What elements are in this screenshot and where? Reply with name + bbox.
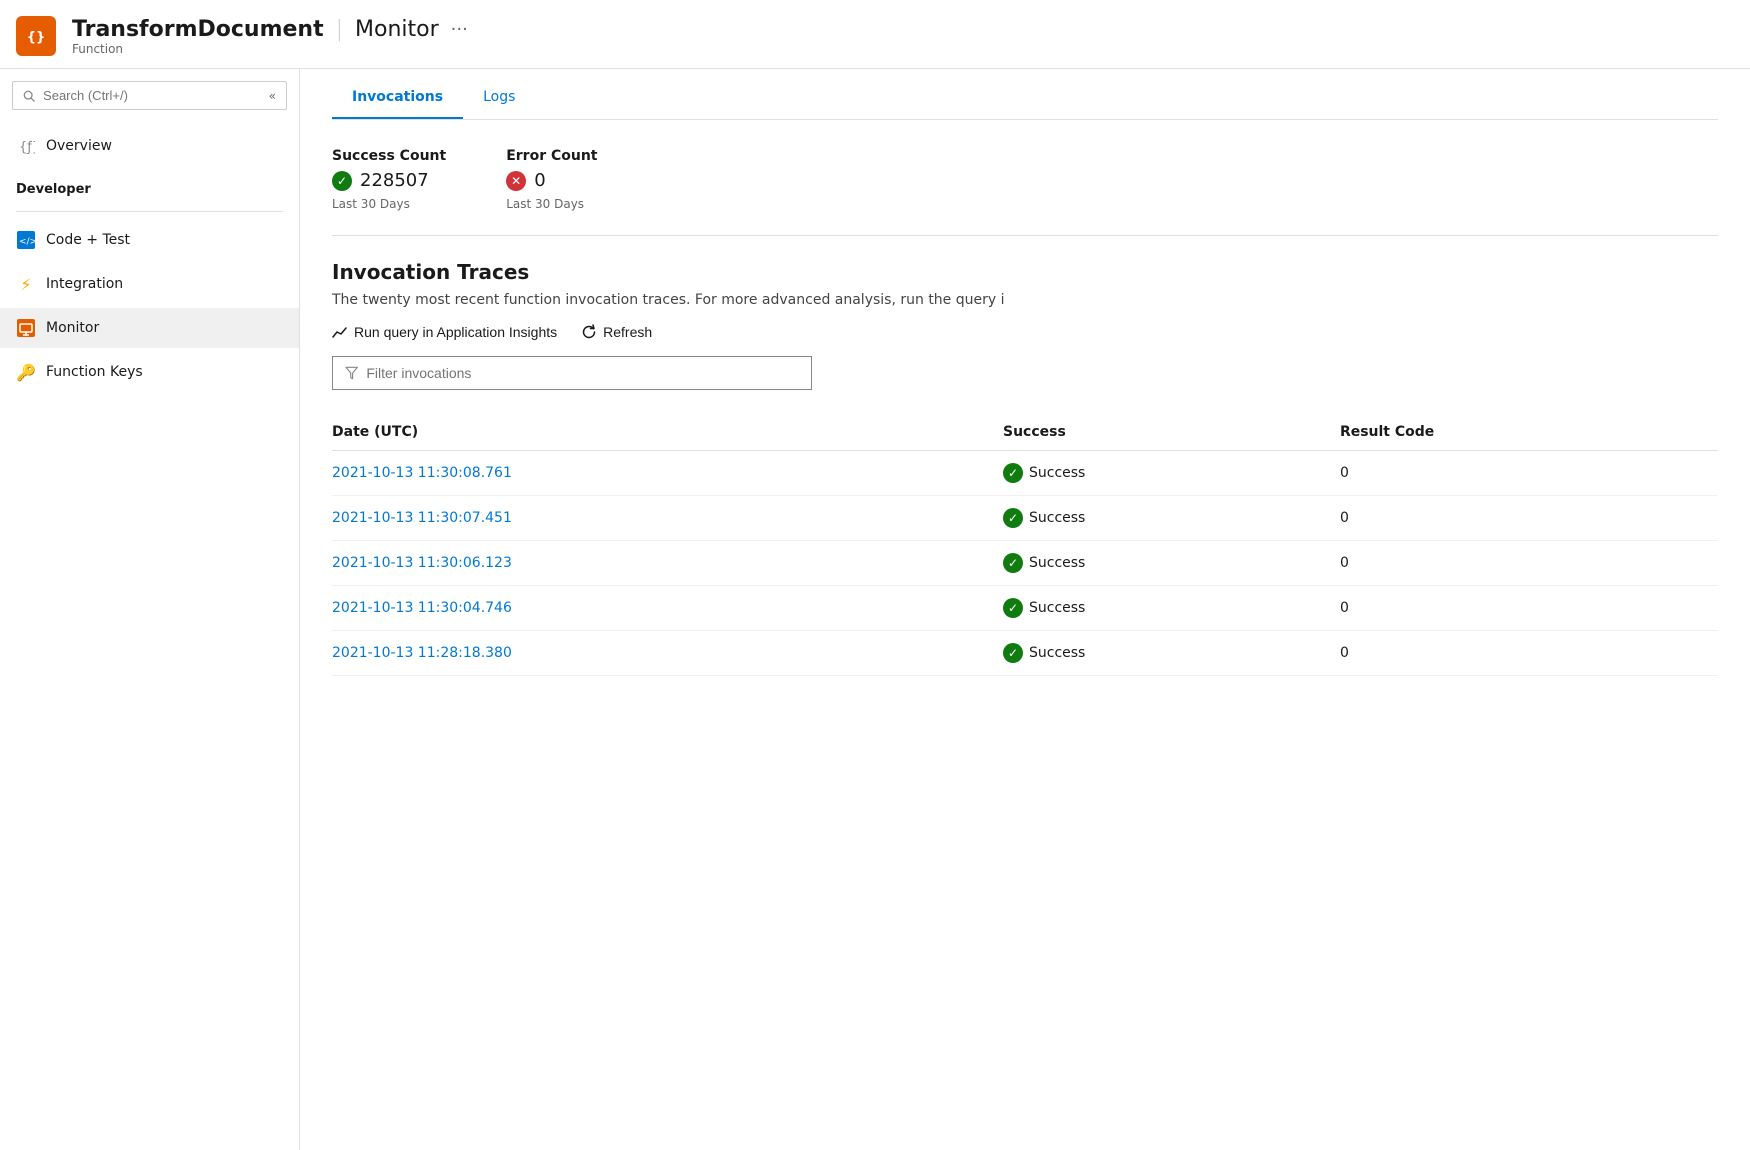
code-icon: </> — [16, 230, 36, 250]
cell-success: Success — [1003, 451, 1340, 496]
traces-toolbar: Run query in Application Insights Refres… — [332, 324, 1718, 340]
sidebar-item-function-keys[interactable]: 🔑 Function Keys — [0, 352, 299, 392]
success-count-block: Success Count 228507 Last 30 Days — [332, 148, 446, 211]
error-count-sublabel: Last 30 Days — [506, 197, 597, 211]
col-result-code: Result Code — [1340, 414, 1718, 451]
app-icon: {} — [16, 16, 56, 56]
table-row[interactable]: 2021-10-13 11:30:04.746Success0 — [332, 586, 1718, 631]
main-content: Invocations Logs Success Count 228507 La… — [300, 69, 1750, 1150]
tab-logs[interactable]: Logs — [463, 77, 535, 119]
sidebar-section-developer: Developer — [0, 170, 299, 203]
success-check-icon — [1003, 508, 1023, 528]
cell-date[interactable]: 2021-10-13 11:30:08.761 — [332, 451, 1003, 496]
table-row[interactable]: 2021-10-13 11:30:06.123Success0 — [332, 541, 1718, 586]
cell-date[interactable]: 2021-10-13 11:30:07.451 — [332, 496, 1003, 541]
chart-icon — [332, 324, 348, 340]
cell-result-code: 0 — [1340, 451, 1718, 496]
app-header: {} TransformDocument | Monitor ··· Funct… — [0, 0, 1750, 69]
search-input[interactable] — [43, 88, 261, 103]
app-name: TransformDocument — [72, 17, 324, 42]
main-layout: « {ƒ} Overview Developer </> Code + Test — [0, 69, 1750, 1150]
cell-date[interactable]: 2021-10-13 11:30:04.746 — [332, 586, 1003, 631]
success-check-icon — [1003, 643, 1023, 663]
sidebar-item-code-test-label: Code + Test — [46, 232, 130, 248]
sidebar-collapse-button[interactable]: « — [269, 89, 276, 103]
error-count-label: Error Count — [506, 148, 597, 164]
col-date: Date (UTC) — [332, 414, 1003, 451]
key-icon: 🔑 — [16, 362, 36, 382]
refresh-icon — [581, 324, 597, 340]
svg-text:</>: </> — [19, 237, 35, 247]
sidebar-item-overview-label: Overview — [46, 138, 112, 154]
monitor-icon — [16, 318, 36, 338]
lightning-icon: ⚡ — [16, 274, 36, 294]
search-icon — [23, 89, 35, 103]
cell-date[interactable]: 2021-10-13 11:28:18.380 — [332, 631, 1003, 676]
header-title-block: TransformDocument | Monitor ··· Function — [72, 17, 468, 56]
sidebar-item-monitor[interactable]: Monitor — [0, 308, 299, 348]
sidebar-item-monitor-label: Monitor — [46, 320, 99, 336]
table-row[interactable]: 2021-10-13 11:28:18.380Success0 — [332, 631, 1718, 676]
refresh-button[interactable]: Refresh — [581, 324, 652, 340]
success-icon — [332, 171, 352, 191]
sidebar-item-code-test[interactable]: </> Code + Test — [0, 220, 299, 260]
svg-text:{ƒ}: {ƒ} — [19, 140, 35, 155]
function-icon: {ƒ} — [16, 136, 36, 156]
invocations-table: Date (UTC) Success Result Code 2021-10-1… — [332, 414, 1718, 676]
success-check-icon — [1003, 463, 1023, 483]
cell-success: Success — [1003, 586, 1340, 631]
run-query-button[interactable]: Run query in Application Insights — [332, 324, 557, 340]
sidebar-divider — [16, 211, 283, 212]
cell-date[interactable]: 2021-10-13 11:30:06.123 — [332, 541, 1003, 586]
tab-invocations[interactable]: Invocations — [332, 77, 463, 119]
sidebar: « {ƒ} Overview Developer </> Code + Test — [0, 69, 300, 1150]
invocation-traces-title: Invocation Traces — [332, 260, 1718, 284]
header-separator: | — [336, 17, 343, 42]
header-more-button[interactable]: ··· — [451, 19, 468, 40]
filter-bar[interactable] — [332, 356, 812, 390]
success-count-value: 228507 — [360, 170, 429, 191]
sidebar-item-integration[interactable]: ⚡ Integration — [0, 264, 299, 304]
error-count-block: Error Count 0 Last 30 Days — [506, 148, 597, 211]
invocation-traces-desc: The twenty most recent function invocati… — [332, 292, 1718, 308]
stats-row: Success Count 228507 Last 30 Days Error … — [332, 148, 1718, 211]
cell-success: Success — [1003, 541, 1340, 586]
success-count-sublabel: Last 30 Days — [332, 197, 446, 211]
filter-icon — [345, 366, 358, 380]
refresh-label: Refresh — [603, 324, 652, 340]
sidebar-item-function-keys-label: Function Keys — [46, 364, 143, 380]
cell-result-code: 0 — [1340, 586, 1718, 631]
sidebar-item-integration-label: Integration — [46, 276, 123, 292]
tab-bar: Invocations Logs — [332, 69, 1718, 120]
stats-divider — [332, 235, 1718, 236]
success-check-icon — [1003, 553, 1023, 573]
success-check-icon — [1003, 598, 1023, 618]
cell-success: Success — [1003, 631, 1340, 676]
table-row[interactable]: 2021-10-13 11:30:08.761Success0 — [332, 451, 1718, 496]
cell-result-code: 0 — [1340, 631, 1718, 676]
error-icon — [506, 171, 526, 191]
sidebar-item-overview[interactable]: {ƒ} Overview — [0, 126, 299, 166]
search-bar[interactable]: « — [12, 81, 287, 110]
col-success: Success — [1003, 414, 1340, 451]
cell-success: Success — [1003, 496, 1340, 541]
error-count-value: 0 — [534, 170, 545, 191]
header-subtitle: Function — [72, 42, 468, 56]
cell-result-code: 0 — [1340, 541, 1718, 586]
success-count-label: Success Count — [332, 148, 446, 164]
table-row[interactable]: 2021-10-13 11:30:07.451Success0 — [332, 496, 1718, 541]
filter-input[interactable] — [366, 365, 799, 381]
header-section: Monitor — [355, 17, 439, 42]
cell-result-code: 0 — [1340, 496, 1718, 541]
run-query-label: Run query in Application Insights — [354, 324, 557, 340]
svg-text:{}: {} — [27, 30, 46, 45]
